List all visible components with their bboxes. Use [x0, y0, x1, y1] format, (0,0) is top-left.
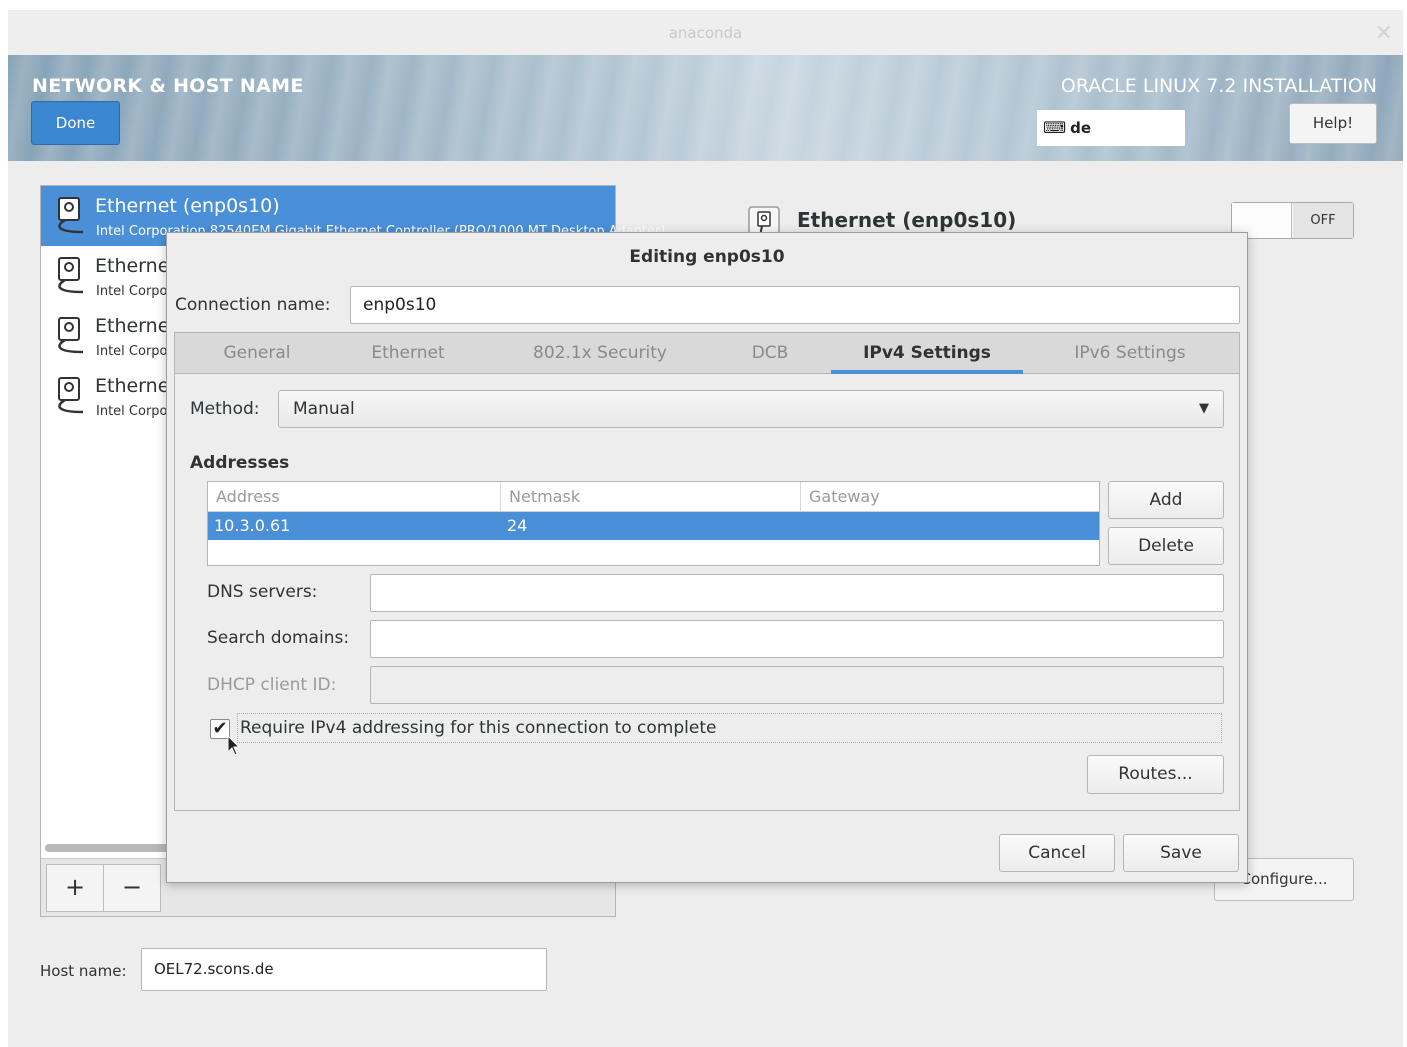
dns-servers-label: DNS servers: — [207, 582, 318, 602]
address-cell[interactable]: 10.3.0.61 — [208, 512, 501, 540]
search-domains-label: Search domains: — [207, 628, 350, 648]
tab-ipv4-settings[interactable]: IPv4 Settings — [831, 333, 1023, 374]
network-device-name: Etherne — [95, 315, 170, 337]
network-device-description: Intel Corpo — [96, 344, 168, 359]
header-banner: NETWORK & HOST NAME Done ORACLE LINUX 7.… — [8, 55, 1403, 161]
page-title: NETWORK & HOST NAME — [32, 75, 304, 97]
routes-button[interactable]: Routes... — [1087, 755, 1224, 794]
addresses-table: Address Netmask Gateway 10.3.0.61 24 — [207, 481, 1100, 566]
network-device-name: Ethernet (enp0s10) — [95, 195, 280, 217]
tab-bar: General Ethernet 802.1x Security DCB IPv… — [175, 333, 1239, 374]
settings-notebook: General Ethernet 802.1x Security DCB IPv… — [174, 332, 1240, 811]
done-button[interactable]: Done — [31, 101, 120, 145]
tab-ipv6-settings[interactable]: IPv6 Settings — [1045, 333, 1215, 374]
hostname-input[interactable]: OEL72.scons.de — [141, 948, 547, 991]
delete-address-button[interactable]: Delete — [1108, 527, 1224, 565]
hostname-label: Host name: — [40, 962, 127, 980]
ethernet-icon — [58, 377, 84, 414]
horizontal-scrollbar[interactable] — [45, 844, 175, 852]
anaconda-window: anaconda × NETWORK & HOST NAME Done ORAC… — [8, 10, 1403, 1047]
ethernet-icon — [58, 197, 84, 234]
search-domains-input[interactable] — [370, 620, 1224, 658]
tab-general[interactable]: General — [197, 333, 317, 374]
add-address-button[interactable]: Add — [1108, 481, 1224, 519]
column-header-gateway[interactable]: Gateway — [801, 482, 1099, 512]
gateway-cell[interactable] — [801, 512, 1099, 540]
title-bar: anaconda × — [8, 10, 1403, 55]
method-selected-value: Manual — [293, 399, 355, 419]
remove-device-button[interactable]: − — [103, 864, 161, 912]
addresses-heading: Addresses — [190, 453, 290, 473]
table-row[interactable]: 10.3.0.61 24 — [208, 512, 1099, 540]
tab-dcb[interactable]: DCB — [730, 333, 810, 374]
keyboard-layout-indicator[interactable]: ⌨ de — [1037, 110, 1185, 146]
cancel-button[interactable]: Cancel — [999, 834, 1115, 872]
network-device-name: Etherne — [95, 255, 170, 277]
connection-name-label: Connection name: — [175, 295, 331, 315]
network-device-name: Etherne — [95, 375, 170, 397]
add-device-button[interactable]: + — [46, 864, 104, 912]
keyboard-icon: ⌨ — [1043, 118, 1067, 137]
method-label: Method: — [190, 399, 260, 419]
ethernet-icon — [58, 317, 84, 354]
dhcp-client-id-input — [370, 666, 1224, 704]
ethernet-icon — [58, 257, 84, 294]
switch-state-label: OFF — [1293, 203, 1353, 238]
netmask-cell[interactable]: 24 — [501, 512, 801, 540]
method-dropdown[interactable]: Manual ▼ — [278, 390, 1224, 428]
table-header: Address Netmask Gateway — [208, 482, 1099, 512]
banner-background — [8, 55, 1403, 161]
dns-servers-input[interactable] — [370, 574, 1224, 612]
save-button[interactable]: Save — [1123, 834, 1239, 872]
device-name: Ethernet (enp0s10) — [797, 208, 1017, 232]
chevron-down-icon: ▼ — [1199, 401, 1209, 416]
column-header-netmask[interactable]: Netmask — [501, 482, 801, 512]
window-title: anaconda — [668, 24, 743, 42]
keyboard-layout-label: de — [1070, 119, 1092, 137]
edit-connection-dialog: Editing enp0s10 Connection name: enp0s10… — [166, 232, 1248, 883]
connection-name-input[interactable]: enp0s10 — [350, 286, 1240, 324]
dialog-title: Editing enp0s10 — [629, 247, 785, 267]
network-device-description: Intel Corpo — [96, 284, 168, 299]
dhcp-client-id-label: DHCP client ID: — [207, 675, 337, 695]
column-header-address[interactable]: Address — [208, 482, 501, 512]
close-icon[interactable]: × — [1375, 20, 1393, 45]
tab-8021x-security[interactable]: 802.1x Security — [505, 333, 695, 374]
product-title: ORACLE LINUX 7.2 INSTALLATION — [1060, 75, 1377, 97]
device-power-switch[interactable]: OFF — [1231, 202, 1354, 239]
network-device-description: Intel Corpo — [96, 404, 168, 419]
mouse-pointer-icon — [227, 735, 241, 756]
tab-ethernet[interactable]: Ethernet — [347, 333, 469, 374]
help-button[interactable]: Help! — [1289, 103, 1377, 144]
require-ipv4-label[interactable]: Require IPv4 addressing for this connect… — [237, 713, 1222, 743]
